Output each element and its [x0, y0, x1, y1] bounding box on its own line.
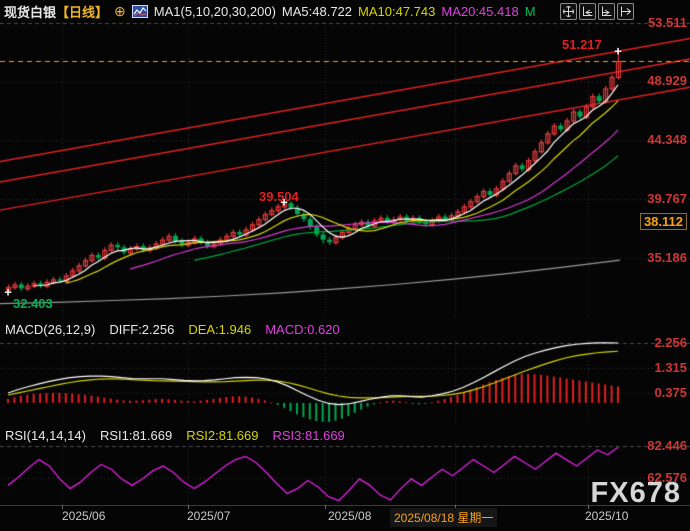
chart-toolbar [560, 3, 634, 20]
x-axis-separator [0, 505, 690, 506]
reference-price-badge: 38.112 [640, 213, 687, 230]
rsi-title: RSI(14,14,14) [5, 428, 86, 443]
chart-canvas[interactable] [0, 0, 690, 531]
swing-high-annotation: 39.504 [259, 189, 299, 204]
rsi1-value: RSI1:81.669 [100, 428, 172, 443]
x-axis-label-jun: 2025/06 [62, 509, 105, 523]
shift-right-icon[interactable] [617, 3, 634, 20]
y-axis-label: 35.186 [647, 250, 687, 265]
ma-config-label: MA1(5,10,20,30,200) [154, 4, 276, 19]
swing-high-plus-marker: + [280, 198, 288, 208]
x-axis-label-jul: 2025/07 [187, 509, 230, 523]
y-axis-label: 48.929 [647, 73, 687, 88]
period-label[interactable]: 【日线】 [56, 2, 108, 21]
macd-title: MACD(26,12,9) [5, 322, 95, 337]
axis-compress-left-icon[interactable] [579, 3, 596, 20]
macd-diff-value: DIFF:2.256 [109, 322, 174, 337]
low-plus-marker: + [4, 288, 12, 298]
pan-icon[interactable] [560, 3, 577, 20]
high-plus-marker: + [614, 47, 622, 57]
macd-y-label: 2.256 [654, 335, 687, 350]
y-axis-label: 39.767 [647, 191, 687, 206]
high-price-annotation: 51.217 [562, 37, 602, 52]
low-price-annotation: 32.403 [13, 296, 53, 311]
ma30-value-clipped: M [525, 4, 536, 19]
x-axis-label-aug: 2025/08 [328, 509, 371, 523]
x-axis-tick [325, 505, 326, 509]
axis-compress-right-icon[interactable] [598, 3, 615, 20]
ma20-value: MA20:45.418 [441, 4, 518, 19]
watermark: FX678 [591, 477, 681, 510]
x-axis-label-selected-date: 2025/08/18 星期一 [390, 508, 497, 527]
macd-dea-value: DEA:1.946 [188, 322, 251, 337]
macd-y-label: 0.375 [654, 385, 687, 400]
y-axis-label: 53.511 [648, 15, 687, 30]
chart-app: 现货白银【日线】 ⊕ MA1(5,10,20,30,200) MA5:48.72… [0, 0, 690, 531]
header-bar: 现货白银【日线】 ⊕ MA1(5,10,20,30,200) MA5:48.72… [4, 2, 536, 21]
rsi-y-label: 82.446 [647, 438, 687, 453]
add-overlay-icon[interactable]: ⊕ [114, 3, 126, 20]
macd-macd-value: MACD:0.620 [265, 322, 339, 337]
mini-chart-icon[interactable] [132, 5, 148, 18]
y-axis-label: 44.348 [647, 132, 687, 147]
rsi3-value: RSI3:81.669 [273, 428, 345, 443]
rsi-header: RSI(14,14,14) RSI1:81.669 RSI2:81.669 RS… [5, 428, 345, 443]
x-axis-label-oct: 2025/10 [585, 509, 628, 523]
ma10-value: MA10:47.743 [358, 4, 435, 19]
macd-header: MACD(26,12,9) DIFF:2.256 DEA:1.946 MACD:… [5, 322, 340, 337]
symbol-name: 现货白银 [4, 2, 56, 21]
rsi2-value: RSI2:81.669 [186, 428, 258, 443]
ma5-value: MA5:48.722 [282, 4, 352, 19]
macd-y-label: 1.315 [654, 360, 687, 375]
